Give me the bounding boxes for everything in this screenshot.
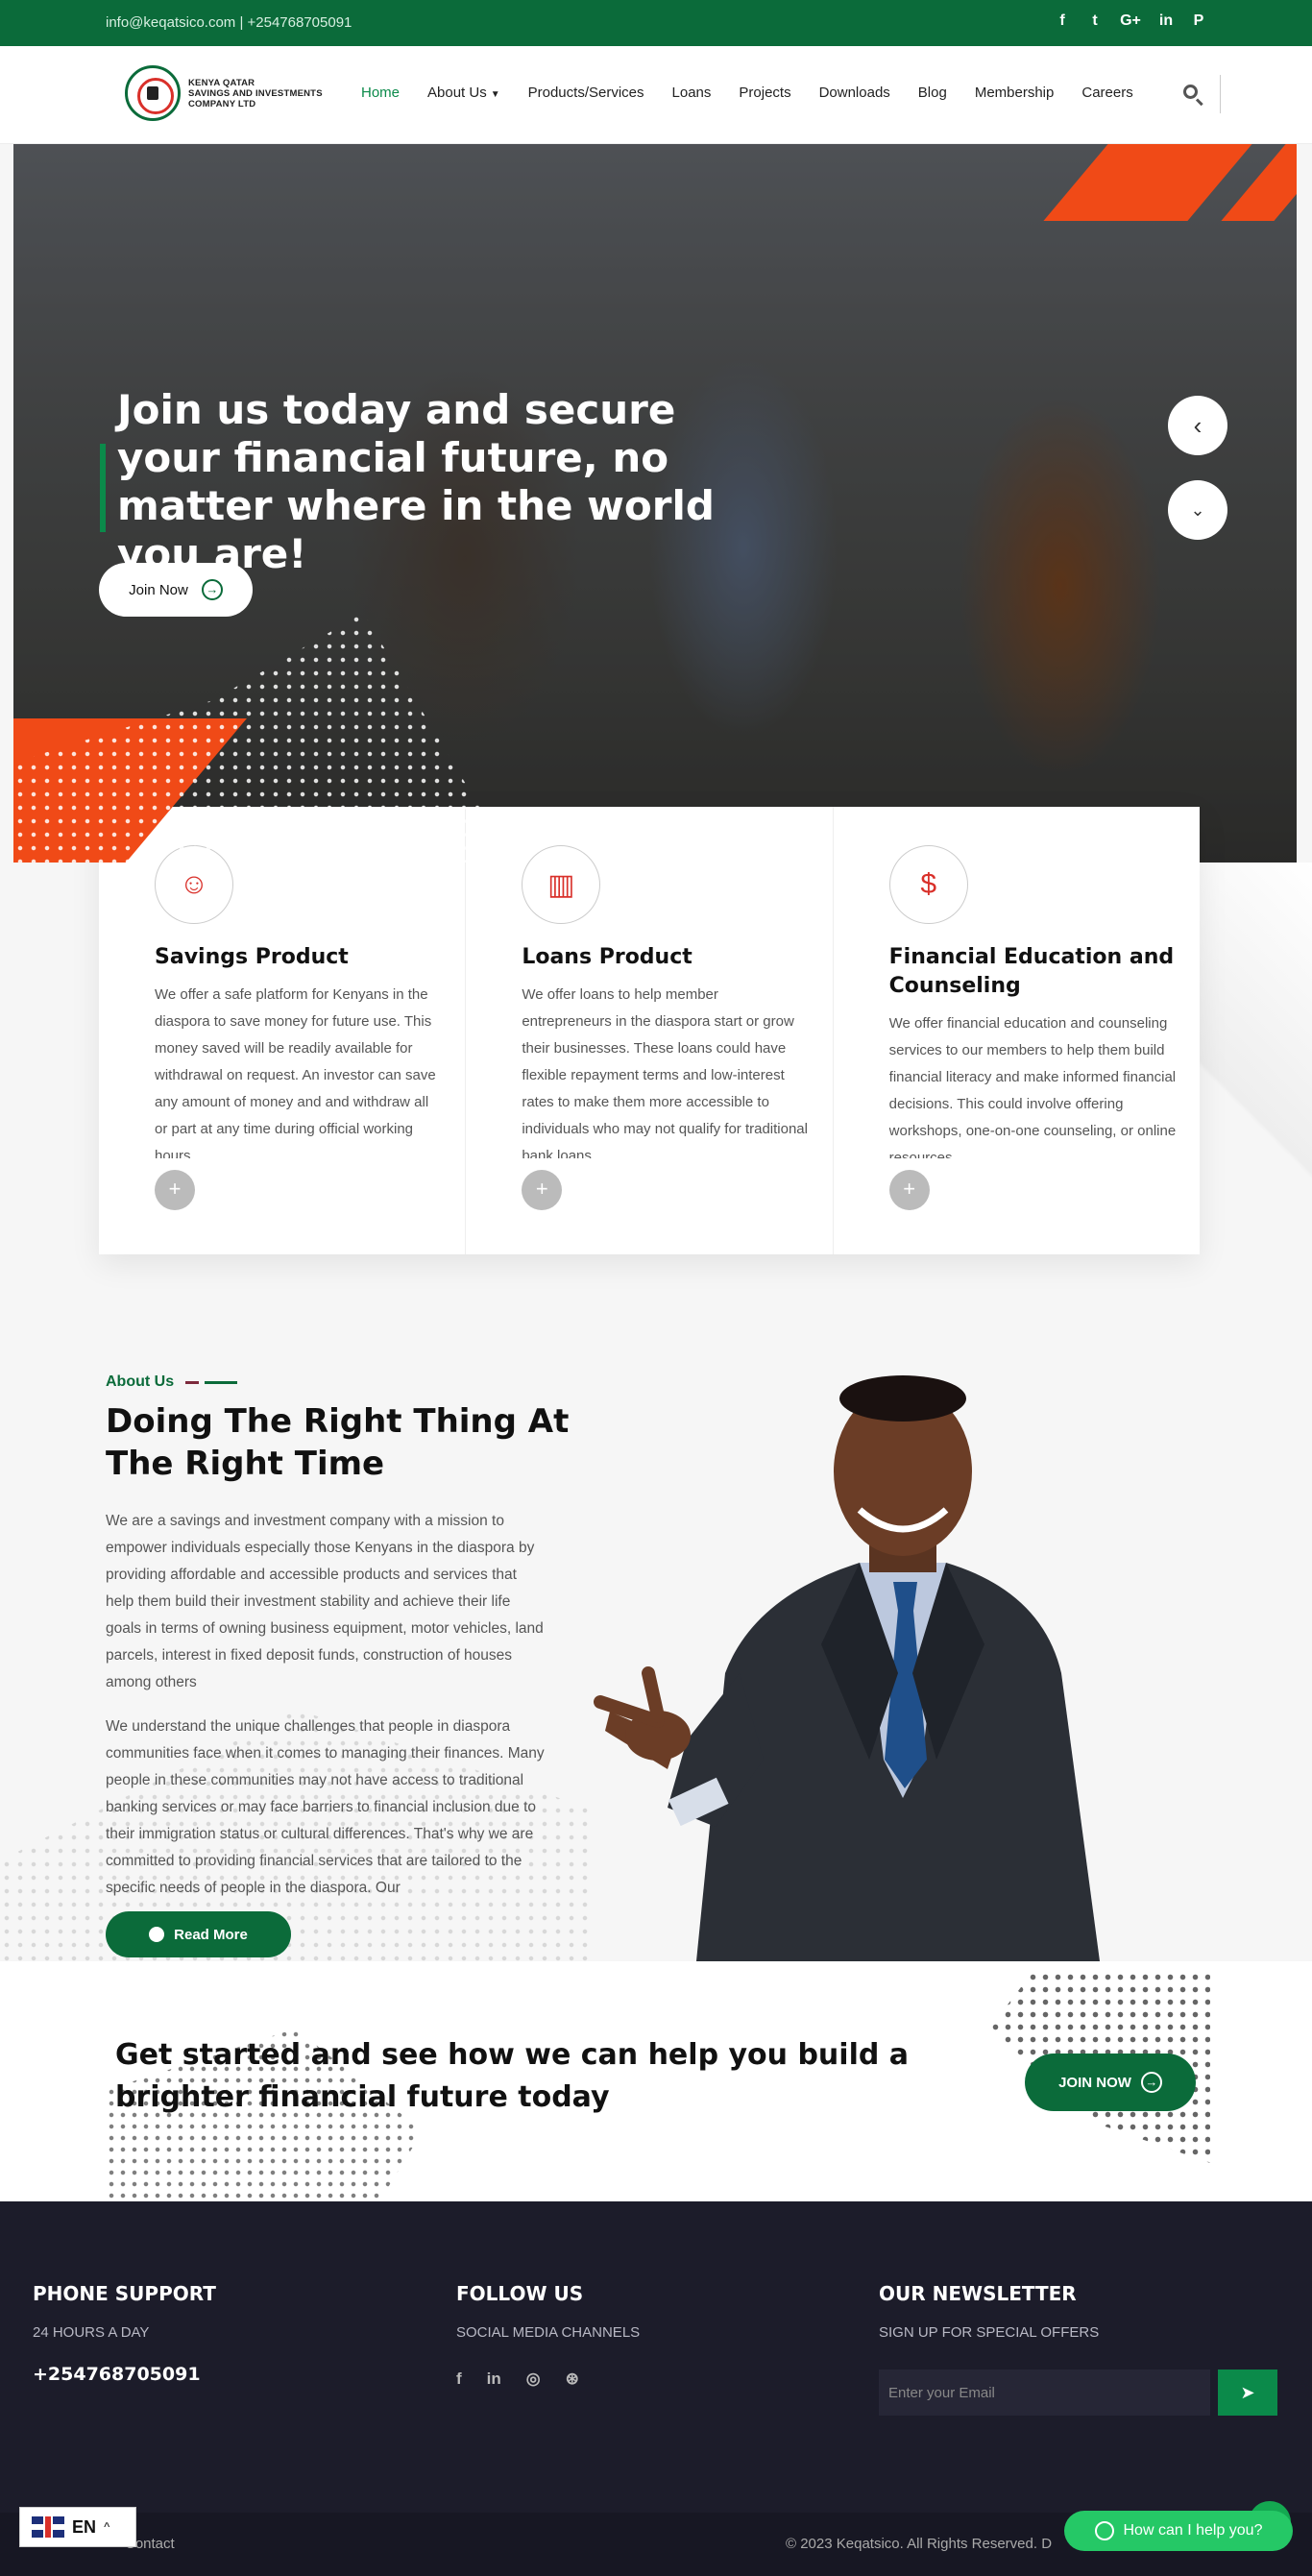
read-more-icon: [149, 1927, 165, 1942]
main-nav: Home About Us ▼ Products/Services Loans P…: [361, 85, 1161, 101]
facebook-icon[interactable]: f: [456, 2369, 462, 2389]
plus-icon[interactable]: +: [888, 1170, 930, 1210]
cta-join-label: JOIN NOW: [1058, 2074, 1131, 2091]
footer-social-links: f in ◎ ⊛: [456, 2369, 640, 2389]
chat-label: How can I help you?: [1123, 2522, 1263, 2539]
card-loans-product: ▥ Loans Product We offer loans to help m…: [466, 807, 834, 1254]
nav-loans[interactable]: Loans: [672, 85, 712, 101]
dribbble-icon[interactable]: ⊛: [566, 2369, 579, 2389]
top-social-links: f t G+ in P: [1055, 12, 1206, 30]
card-text: We offer a safe platform for Kenyans in …: [155, 986, 436, 1158]
slider-next-button[interactable]: ⌄: [1168, 480, 1227, 540]
top-bar: info@keqatsico.com | +254768705091 f t G…: [0, 0, 1312, 46]
chevron-down-icon: ▼: [490, 89, 500, 100]
card-title: Financial Education and Counseling: [888, 945, 1175, 998]
read-more-button[interactable]: Read More: [106, 1911, 291, 1957]
logo-line-3: COMPANY LTD: [188, 98, 256, 109]
hero-join-label: Join Now: [129, 581, 188, 598]
facebook-icon[interactable]: f: [1055, 12, 1070, 30]
pinterest-icon[interactable]: P: [1191, 12, 1206, 30]
footer-heading: FOLLOW US: [456, 2282, 584, 2305]
footer-follow-us: FOLLOW US SOCIAL MEDIA CHANNELS f in ◎ ⊛: [456, 2282, 640, 2389]
hero-join-button[interactable]: Join Now →: [99, 563, 253, 617]
newsletter-form: ➤: [879, 2369, 1277, 2416]
linkedin-icon[interactable]: in: [487, 2369, 501, 2389]
read-more-label: Read More: [174, 1926, 248, 1943]
cta-section: Get started and see how we can help you …: [0, 1961, 1312, 2234]
footer-copyright: © 2023 Keqatsico. All Rights Reserved. D: [786, 2536, 1053, 2552]
footer-subheading: 24 HOURS A DAY: [33, 2324, 150, 2341]
card-text: We offer loans to help member entreprene…: [522, 986, 808, 1158]
logo-line-2: SAVINGS AND INVESTMENTS: [188, 87, 323, 99]
about-paragraph-1: We are a savings and investment company …: [106, 1513, 544, 1690]
about-tag-label: About Us: [106, 1373, 175, 1390]
decorative-triangle: [1191, 863, 1312, 1362]
instagram-icon[interactable]: ◎: [526, 2369, 541, 2389]
linkedin-icon[interactable]: in: [1158, 12, 1174, 30]
google-plus-icon[interactable]: G+: [1120, 12, 1141, 30]
card-title: Savings Product: [155, 945, 349, 969]
footer-newsletter: OUR NEWSLETTER SIGN UP FOR SPECIAL OFFER…: [879, 2282, 1277, 2416]
arrow-right-circle-icon: →: [1140, 2072, 1162, 2093]
footer-phone-number[interactable]: +254768705091: [33, 2364, 216, 2385]
uk-flag-icon: [32, 2516, 64, 2538]
nav-home[interactable]: Home: [361, 85, 400, 101]
tag-decoration: [185, 1380, 238, 1384]
card-title: Loans Product: [522, 945, 692, 969]
chevron-up-icon: ^: [104, 2521, 110, 2533]
nav-blog[interactable]: Blog: [918, 85, 947, 101]
logo-seal-icon: [125, 65, 181, 121]
money-hand-icon: $: [888, 845, 968, 924]
twitter-icon[interactable]: t: [1087, 12, 1103, 30]
whatsapp-chat-button[interactable]: How can I help you?: [1064, 2511, 1293, 2551]
about-tag: About Us: [106, 1373, 238, 1391]
nav-about-us[interactable]: About Us ▼: [427, 85, 500, 101]
logo-line-1: KENYA QATAR: [188, 77, 255, 88]
nav-projects[interactable]: Projects: [739, 85, 790, 101]
nav-downloads[interactable]: Downloads: [819, 85, 890, 101]
top-contact-info: info@keqatsico.com | +254768705091: [106, 14, 352, 31]
about-paragraph-2: We understand the unique challenges that…: [106, 1718, 545, 1896]
footer-subheading: SOCIAL MEDIA CHANNELS: [456, 2324, 641, 2341]
footer-phone-support: PHONE SUPPORT 24 HOURS A DAY +2547687050…: [33, 2282, 216, 2385]
whatsapp-icon: [1094, 2521, 1114, 2540]
card-text: We offer financial education and counsel…: [888, 1015, 1177, 1158]
arrow-right-circle-icon: →: [201, 579, 223, 600]
site-logo[interactable]: KENYA QATAR SAVINGS AND INVESTMENTS COMP…: [125, 65, 323, 121]
hero-title-accent: [100, 444, 106, 532]
nav-about-us-label: About Us: [427, 85, 487, 101]
footer-heading: OUR NEWSLETTER: [879, 2282, 1077, 2305]
send-icon[interactable]: ➤: [1218, 2369, 1277, 2416]
about-title: Doing The Right Thing At The Right Time: [106, 1402, 570, 1483]
plus-icon[interactable]: +: [522, 1170, 563, 1210]
language-code: EN: [72, 2516, 97, 2537]
hero-accent-stripe: [1043, 144, 1252, 221]
cta-title: Get started and see how we can help you …: [115, 2038, 910, 2114]
logo-text: KENYA QATAR SAVINGS AND INVESTMENTS COMP…: [188, 78, 323, 109]
chevron-down-icon: ⌄: [1190, 499, 1205, 520]
growth-chart-icon: ▥: [522, 845, 601, 924]
header-divider: [1220, 75, 1221, 113]
slider-prev-button[interactable]: ‹: [1168, 396, 1227, 455]
footer-heading: PHONE SUPPORT: [33, 2282, 216, 2305]
language-selector[interactable]: EN ^: [19, 2507, 136, 2547]
nav-careers[interactable]: Careers: [1081, 85, 1132, 101]
search-icon[interactable]: [1181, 83, 1204, 107]
newsletter-email-input[interactable]: [879, 2369, 1210, 2416]
site-header: KENYA QATAR SAVINGS AND INVESTMENTS COMP…: [0, 46, 1312, 144]
cta-join-button[interactable]: JOIN NOW →: [1025, 2054, 1196, 2111]
chevron-left-icon: ‹: [1193, 410, 1203, 440]
footer-subheading: SIGN UP FOR SPECIAL OFFERS: [879, 2324, 1100, 2341]
hero-slider: Join us today and secure your financial …: [13, 144, 1297, 863]
nav-products-services[interactable]: Products/Services: [528, 85, 644, 101]
product-cards: ☺ Savings Product We offer a safe platfo…: [99, 807, 1200, 1254]
card-financial-education: $ Financial Education and Counseling We …: [834, 807, 1200, 1254]
person-figure: [594, 1375, 1100, 1961]
card-savings-product: ☺ Savings Product We offer a safe platfo…: [99, 807, 467, 1254]
nav-membership[interactable]: Membership: [975, 85, 1055, 101]
about-person-image: [594, 1375, 1100, 1961]
plus-icon[interactable]: +: [155, 1170, 195, 1210]
hero-title: Join us today and secure your financial …: [117, 386, 715, 577]
